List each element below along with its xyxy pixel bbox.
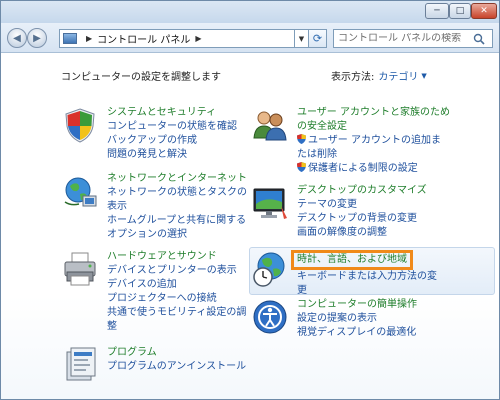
- view-by-control: 表示方法: カテゴリ ▼: [331, 68, 427, 84]
- category-link[interactable]: 設定の提案の表示: [297, 312, 417, 326]
- page-heading: コンピューターの設定を調整します: [61, 72, 221, 83]
- category-link[interactable]: ユーザー アカウントの追加ま: [297, 134, 450, 148]
- category-link[interactable]: 表示: [107, 200, 247, 214]
- category-link[interactable]: コンピューターの状態を確認: [107, 120, 237, 134]
- category-link-text: ユーザー アカウントの追加ま: [308, 135, 441, 146]
- users-icon[interactable]: [251, 106, 289, 144]
- category-link[interactable]: デバイスとプリンターの表示: [107, 264, 246, 278]
- address-dropdown-button[interactable]: ▼: [295, 29, 309, 48]
- address-bar[interactable]: ▶ コントロール パネル ▶: [59, 29, 295, 48]
- category-link[interactable]: 更: [297, 284, 437, 298]
- forward-button[interactable]: ▶: [27, 28, 47, 48]
- category-link[interactable]: 整: [107, 320, 246, 334]
- view-by-dropdown[interactable]: カテゴリ: [378, 68, 418, 83]
- category-link[interactable]: ネットワークの状態とタスクの: [107, 186, 247, 200]
- breadcrumb-separator-icon[interactable]: ▶: [86, 34, 92, 43]
- category-title[interactable]: デスクトップのカスタマイズ: [297, 184, 427, 198]
- control-panel-icon: [63, 33, 77, 44]
- refresh-icon: ⟳: [312, 32, 323, 45]
- category-title-line1: ユーザー アカウントと家族のた: [297, 107, 440, 118]
- breadcrumb-control-panel[interactable]: コントロール パネル: [97, 31, 190, 46]
- category-title[interactable]: プログラム: [107, 346, 246, 360]
- category-title-line1-tail: め: [439, 107, 450, 118]
- category-title-line2[interactable]: の安全設定: [297, 120, 450, 134]
- category-link[interactable]: キーボードまたは入力方法の変: [297, 270, 437, 284]
- printer-icon[interactable]: [61, 250, 99, 288]
- category-link[interactable]: 問題の発見と解決: [107, 148, 237, 162]
- category-link[interactable]: デバイスの追加: [107, 278, 246, 292]
- category-link[interactable]: 画面の解像度の調整: [297, 226, 427, 240]
- category-link[interactable]: プロジェクターへの接続: [107, 292, 246, 306]
- shield-icon[interactable]: [61, 106, 99, 144]
- category-link[interactable]: 共通で使うモビリティ設定の調: [107, 306, 246, 320]
- category-link[interactable]: たは削除: [297, 148, 450, 162]
- breadcrumb-separator-icon[interactable]: ▶: [195, 34, 201, 43]
- category-link[interactable]: バックアップの作成: [107, 134, 237, 148]
- category-link[interactable]: オプションの選択: [107, 228, 247, 242]
- view-by-label: 表示方法:: [331, 72, 375, 83]
- highlight-box: 時計、言語、および地域: [291, 250, 413, 270]
- category-link[interactable]: 保護者による制限の設定: [297, 162, 450, 176]
- refresh-button[interactable]: ⟳: [309, 29, 327, 48]
- chevron-down-icon: ▼: [298, 34, 305, 43]
- category-link-text: 保護者による制限の設定: [308, 163, 418, 174]
- clock-globe-icon[interactable]: [251, 250, 289, 288]
- search-box[interactable]: [333, 29, 493, 48]
- category-link[interactable]: 視覚ディスプレイの最適化: [297, 326, 417, 340]
- back-button[interactable]: ◀: [7, 28, 27, 48]
- network-globe-icon[interactable]: [61, 172, 99, 210]
- ease-of-access-icon[interactable]: [251, 298, 289, 336]
- minimize-button[interactable]: ─: [425, 3, 449, 19]
- chevron-down-icon[interactable]: ▼: [421, 72, 426, 80]
- title-bar[interactable]: ─ □ ✕: [1, 1, 499, 23]
- uac-shield-icon: [297, 134, 306, 144]
- navigation-bar: ◀ ▶ ▶ コントロール パネル ▶ ▼ ⟳: [1, 23, 499, 53]
- search-input[interactable]: [338, 33, 472, 44]
- control-panel-window: ─ □ ✕ ◀ ▶ ▶ コントロール パネル ▶ ▼ ⟳ コンピューターの設定を…: [0, 0, 500, 400]
- category-title[interactable]: ハードウェアとサウンド: [107, 250, 246, 264]
- arrow-left-icon: ◀: [13, 32, 21, 44]
- category-title[interactable]: ユーザー アカウントと家族のため: [297, 106, 450, 120]
- content-area: コンピューターの設定を調整します 表示方法: カテゴリ ▼ システムとセキュリテ…: [1, 54, 499, 399]
- category-title[interactable]: 時計、言語、および地域: [291, 250, 437, 270]
- desktop-icon[interactable]: [251, 184, 289, 222]
- category-link[interactable]: テーマの変更: [297, 198, 427, 212]
- category-link[interactable]: プログラムのアンインストール: [107, 360, 246, 374]
- category-link[interactable]: デスクトップの背景の変更: [297, 212, 427, 226]
- search-icon[interactable]: [472, 32, 486, 46]
- uac-shield-icon: [297, 162, 306, 172]
- programs-icon[interactable]: [61, 346, 99, 384]
- maximize-button[interactable]: □: [449, 3, 471, 19]
- category-title[interactable]: ネットワークとインターネット: [107, 172, 247, 186]
- category-link[interactable]: ホームグループと共有に関する: [107, 214, 247, 228]
- category-title[interactable]: コンピューターの簡単操作: [297, 298, 417, 312]
- category-title[interactable]: システムとセキュリティ: [107, 106, 237, 120]
- arrow-right-icon: ▶: [33, 32, 41, 44]
- close-button[interactable]: ✕: [471, 3, 497, 19]
